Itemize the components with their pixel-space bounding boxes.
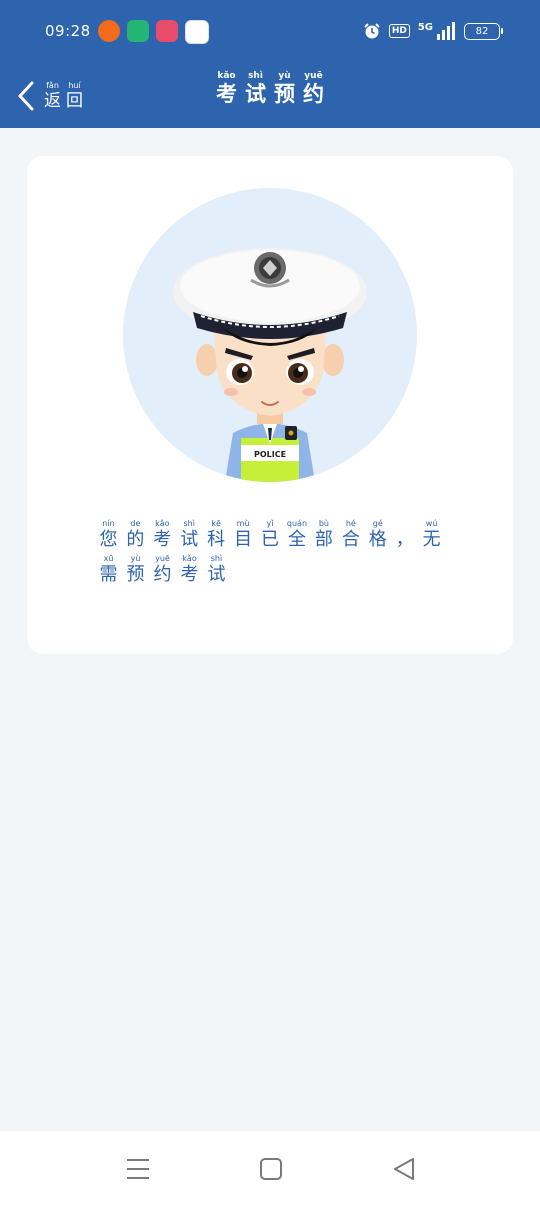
page-title: kǎo 考 shì 试 yù 预 yuē 约: [0, 72, 540, 105]
police-avatar: POLICE: [123, 188, 417, 482]
result-card: POLICE nín 您 de 的 kǎo 考 shì 试 kē 科 mù 目 …: [27, 156, 513, 654]
ruby-char: kē 科: [207, 519, 226, 550]
home-button[interactable]: [256, 1155, 286, 1183]
status-indicators: HD 5G 82: [363, 19, 503, 43]
ruby-char: nín 您: [99, 519, 118, 550]
police-badge-text: POLICE: [254, 450, 286, 459]
ruby-char: ，: [395, 529, 414, 550]
ruby-char: kǎo 考: [216, 71, 237, 106]
ruby-char: quán 全: [286, 519, 308, 550]
ruby-char: kǎo 考: [153, 519, 172, 550]
top-bar: 09:28 HD 5G 82 fǎn 返 huí 回 kǎo 考 shì 试 y…: [0, 0, 540, 128]
nav-header: fǎn 返 huí 回 kǎo 考 shì 试 yù 预 yuē 约: [0, 64, 540, 128]
ruby-char: yuē 约: [153, 554, 172, 585]
ruby-char: xū 需: [99, 554, 118, 585]
ruby-char: wú 无: [422, 519, 441, 550]
app-notification-icon: [98, 20, 120, 42]
status-bar: 09:28 HD 5G 82: [0, 0, 540, 64]
status-message: nín 您 de 的 kǎo 考 shì 试 kē 科 mù 目 yǐ 已 quán 全 bù 部…: [99, 520, 449, 590]
message-line-2: xū 需 yù 预 yuē 约 kǎo 考 shì 试: [99, 555, 449, 584]
app-notification-icon: [185, 20, 209, 44]
menu-icon: [127, 1159, 149, 1179]
system-navigation-bar: [0, 1131, 540, 1206]
status-time: 09:28: [45, 22, 91, 40]
ruby-char: shì 试: [245, 71, 266, 106]
ruby-char: yù 预: [274, 71, 295, 106]
app-notification-icon: [127, 20, 149, 42]
home-icon: [260, 1158, 282, 1180]
app-notification-icon: [156, 20, 178, 42]
ruby-char: yuē 约: [303, 71, 324, 106]
signal-icon: [437, 22, 455, 40]
network-type: 5G: [417, 21, 433, 33]
alarm-icon: [364, 23, 380, 39]
ruby-char: gé 格: [368, 519, 387, 550]
ruby-char: yǐ 已: [260, 519, 279, 550]
ruby-char: mù 目: [234, 519, 253, 550]
ruby-char: shì 试: [180, 519, 199, 550]
ruby-char: kǎo 考: [180, 554, 199, 585]
ruby-char: yù 预: [126, 554, 145, 585]
ruby-char: de 的: [126, 519, 145, 550]
triangle-back-icon: [394, 1158, 414, 1180]
battery-level: 82: [475, 25, 489, 37]
message-line-1: nín 您 de 的 kǎo 考 shì 试 kē 科 mù 目 yǐ 已 quán 全 bù 部…: [99, 520, 449, 549]
system-back-button[interactable]: [389, 1155, 419, 1183]
police-officer-illustration: POLICE: [173, 248, 367, 482]
battery-icon: 82: [464, 22, 503, 40]
recent-apps-button[interactable]: [123, 1155, 153, 1183]
ruby-char: bù 部: [314, 519, 333, 550]
ruby-char: shì 试: [207, 554, 226, 585]
hd-badge: HD: [388, 24, 410, 38]
ruby-char: hé 合: [341, 519, 360, 550]
